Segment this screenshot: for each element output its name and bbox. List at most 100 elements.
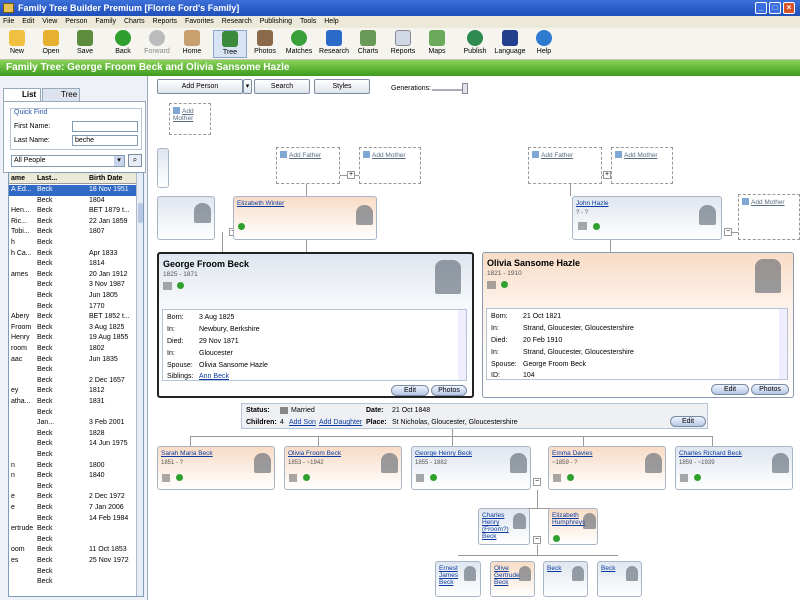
grandchild-card-olive-gertrude-beck[interactable]: Olive Gertrude Beck: [490, 561, 535, 597]
list-item[interactable]: Beck 2 Dec 1657: [9, 376, 139, 387]
column-last-name[interactable]: Last...: [37, 173, 57, 184]
publish-button[interactable]: Publish: [458, 30, 492, 55]
tab-list[interactable]: List: [3, 88, 41, 102]
open-button[interactable]: Open: [34, 30, 68, 55]
husband-edit-button[interactable]: Edit: [391, 385, 429, 396]
add-father-placeholder-left[interactable]: Add Father: [276, 147, 340, 184]
language-button[interactable]: Language: [493, 30, 527, 55]
person-card-elizabeth-winter[interactable]: Elizabeth Winter: [233, 196, 377, 240]
list-item[interactable]: n Beck 1840: [9, 471, 139, 482]
list-item[interactable]: n Beck 1800: [9, 461, 139, 472]
forward-button[interactable]: Forward: [140, 30, 174, 55]
list-item[interactable]: h Beck: [9, 238, 139, 249]
child-card-charles-richard-beck[interactable]: Charles Richard Beck 1859 - ~1939: [675, 446, 793, 490]
list-item[interactable]: Hen... Beck BET 1879 t...: [9, 206, 139, 217]
menu-favorites[interactable]: Favorites: [185, 18, 214, 25]
menu-research[interactable]: Research: [222, 18, 252, 25]
add-mother-placeholder-top[interactable]: Add Mother: [169, 103, 211, 135]
list-item[interactable]: Beck: [9, 450, 139, 461]
list-item[interactable]: Beck: [9, 482, 139, 493]
search-button[interactable]: Search: [254, 79, 310, 94]
list-item[interactable]: Beck: [9, 577, 139, 588]
list-item[interactable]: Ric... Beck 22 Jan 1859: [9, 217, 139, 228]
list-item[interactable]: Beck 1828: [9, 429, 139, 440]
list-item[interactable]: Beck Jun 1805: [9, 291, 139, 302]
add-mother-placeholder-left[interactable]: Add Mother: [359, 147, 421, 184]
people-filter-select[interactable]: All People ▾: [11, 155, 125, 167]
menu-edit[interactable]: Edit: [22, 18, 34, 25]
new-button[interactable]: New: [0, 30, 34, 55]
list-item[interactable]: Beck 1814: [9, 259, 139, 270]
menu-tools[interactable]: Tools: [300, 18, 316, 25]
person-card-partial[interactable]: [157, 196, 215, 240]
child-card-sarah-maria-beck[interactable]: Sarah Maria Beck 1851 - ?: [157, 446, 275, 490]
menu-publishing[interactable]: Publishing: [260, 18, 292, 25]
tab-tree[interactable]: Tree: [42, 88, 80, 102]
first-name-field[interactable]: [72, 121, 138, 132]
list-item[interactable]: Tobi... Beck 1807: [9, 227, 139, 238]
menu-reports[interactable]: Reports: [153, 18, 178, 25]
research-button[interactable]: Research: [317, 30, 351, 55]
list-item[interactable]: Beck 14 Jun 1975: [9, 439, 139, 450]
column-birth-date[interactable]: Birth Date: [89, 173, 122, 184]
last-name-field[interactable]: beche: [72, 135, 138, 146]
wife-photos-button[interactable]: Photos: [751, 384, 789, 395]
details-scrollbar[interactable]: [458, 310, 466, 380]
menu-help[interactable]: Help: [324, 18, 338, 25]
list-item[interactable]: es Beck 25 Nov 1972: [9, 556, 139, 567]
list-item[interactable]: ertrude Beck: [9, 524, 139, 535]
list-item[interactable]: Henry Beck 19 Aug 1855: [9, 333, 139, 344]
help-button[interactable]: Help: [527, 30, 561, 55]
column-first-name[interactable]: ame: [11, 173, 25, 184]
list-item[interactable]: oom Beck 11 Oct 1853: [9, 545, 139, 556]
list-item[interactable]: ey Beck 1812: [9, 386, 139, 397]
husband-photos-button[interactable]: Photos: [431, 385, 467, 396]
menu-person[interactable]: Person: [65, 18, 87, 25]
list-item[interactable]: atha... Beck 1831: [9, 397, 139, 408]
collapse-toggle[interactable]: +: [603, 171, 611, 179]
list-item[interactable]: e Beck 2 Dec 1972: [9, 492, 139, 503]
child-card-george-henry-beck[interactable]: George Henry Beck 1855 - 1882: [411, 446, 531, 490]
wife-card[interactable]: Olivia Sansome Hazle 1821 - 1910 Born: 21…: [482, 252, 794, 398]
styles-button[interactable]: Styles: [314, 79, 370, 94]
reports-button[interactable]: Reports: [386, 30, 420, 55]
list-item[interactable]: Beck 1804: [9, 196, 139, 207]
list-item[interactable]: Beck: [9, 535, 139, 546]
person-card-john-hazle[interactable]: John Hazle ? - ?: [572, 196, 722, 240]
maps-button[interactable]: Maps: [420, 30, 454, 55]
home-button[interactable]: Home: [175, 30, 209, 55]
save-button[interactable]: Save: [68, 30, 102, 55]
marriage-edit-button[interactable]: Edit: [670, 416, 706, 427]
person-card-partial[interactable]: [157, 148, 169, 188]
add-person-button[interactable]: Add Person: [157, 79, 243, 94]
collapse-toggle[interactable]: −: [533, 478, 541, 486]
list-scrollbar[interactable]: [136, 173, 143, 596]
maximize-button[interactable]: □: [769, 2, 781, 14]
add-mother-placeholder-far-right[interactable]: Add Mother: [738, 194, 800, 240]
list-item[interactable]: Jan... 3 Feb 2001: [9, 418, 139, 429]
list-item[interactable]: Abery Beck BET 1852 t...: [9, 312, 139, 323]
collapse-toggle[interactable]: +: [347, 171, 355, 179]
matches-button[interactable]: Matches: [282, 30, 316, 55]
add-son-link[interactable]: Add Son: [289, 419, 316, 426]
list-item[interactable]: aac Beck Jun 1835: [9, 355, 139, 366]
add-mother-placeholder-right[interactable]: Add Mother: [611, 147, 673, 184]
minimize-button[interactable]: _: [755, 2, 767, 14]
list-item[interactable]: Beck 14 Feb 1984: [9, 514, 139, 525]
list-item[interactable]: Beck 3 Nov 1987: [9, 280, 139, 291]
back-button[interactable]: Back: [106, 30, 140, 55]
person-card-charles-henry-froom-beck[interactable]: Charles Henry (Froom?) Beck: [478, 508, 530, 545]
grandchild-card-beck[interactable]: Beck: [543, 561, 588, 597]
person-card-elizabeth-humphreys[interactable]: Elizabeth Humphreys: [548, 508, 598, 545]
menu-file[interactable]: File: [3, 18, 14, 25]
add-father-placeholder-right[interactable]: Add Father: [528, 147, 602, 184]
scroll-thumb[interactable]: [138, 203, 143, 223]
list-item[interactable]: Beck: [9, 567, 139, 578]
menu-view[interactable]: View: [42, 18, 57, 25]
list-item[interactable]: Beck: [9, 408, 139, 419]
slider-handle[interactable]: [462, 83, 468, 94]
list-item[interactable]: room Beck 1802: [9, 344, 139, 355]
list-item[interactable]: Beck 1770: [9, 302, 139, 313]
list-item[interactable]: e Beck 7 Jan 2006: [9, 503, 139, 514]
list-item[interactable]: Froom Beck 3 Aug 1825: [9, 323, 139, 334]
